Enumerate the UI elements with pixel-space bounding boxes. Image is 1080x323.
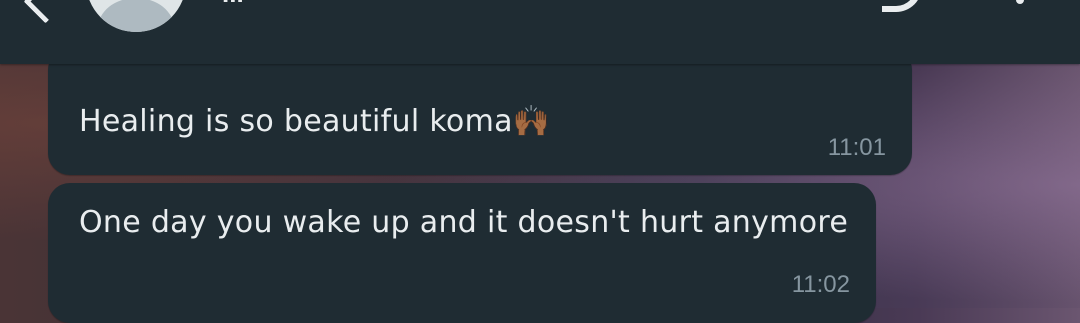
message-body: Healing is so beautiful koma [79, 104, 513, 139]
avatar-silhouette-icon [98, 0, 174, 32]
more-vertical-icon[interactable] [1016, 0, 1024, 4]
message-timestamp: 11:02 [791, 271, 850, 298]
message-timestamp: 11:01 [827, 134, 886, 161]
message-text: One day you wake up and it doesn't hurt … [79, 205, 849, 240]
avatar[interactable] [86, 0, 186, 32]
message-bubble[interactable]: One day you wake up and it doesn't hurt … [48, 183, 876, 323]
call-icon[interactable] [882, 0, 922, 12]
contact-name[interactable]: ... [222, 0, 244, 9]
message-bubble[interactable]: Healing is so beautiful koma🙌🏾 11:01 [48, 48, 912, 175]
chat-header: ... [0, 0, 1080, 64]
raising-hands-emoji: 🙌🏾 [512, 104, 551, 139]
back-arrow-icon[interactable] [23, 0, 68, 24]
message-text: Healing is so beautiful koma🙌🏾 [79, 104, 550, 139]
